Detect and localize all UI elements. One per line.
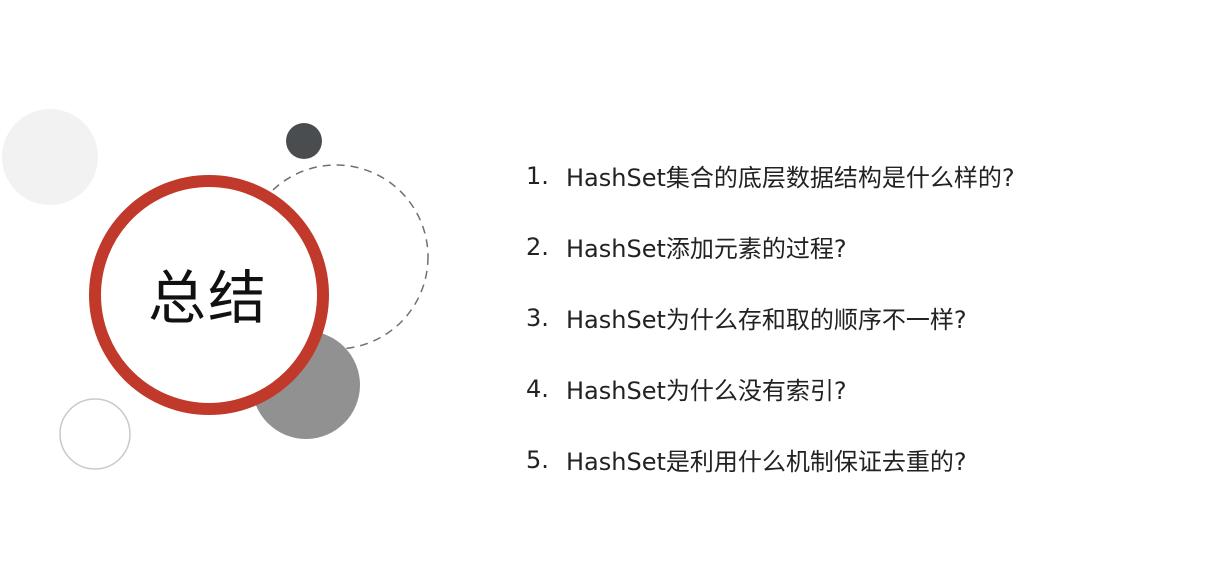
question-item-2: 2. HashSet添加元素的过程? [526, 211, 1015, 282]
question-text: HashSet集合的底层数据结构是什么样的? [566, 164, 1015, 192]
summary-slide: 总结 1. HashSet集合的底层数据结构是什么样的? 2. HashSet添… [0, 0, 1213, 577]
question-number: 2. [526, 232, 549, 261]
light-gray-circle [2, 109, 98, 205]
outline-circle [59, 398, 131, 470]
question-text: HashSet添加元素的过程? [566, 235, 847, 263]
question-text: HashSet为什么存和取的顺序不一样? [566, 306, 967, 334]
question-number: 1. [526, 161, 549, 190]
question-number: 3. [526, 303, 549, 332]
slide-title: 总结 [147, 264, 268, 332]
question-item-5: 5. HashSet是利用什么机制保证去重的? [526, 424, 1015, 495]
question-item-1: 1. HashSet集合的底层数据结构是什么样的? [526, 140, 1015, 211]
question-list: 1. HashSet集合的底层数据结构是什么样的? 2. HashSet添加元素… [526, 140, 1015, 495]
question-text: HashSet是利用什么机制保证去重的? [566, 448, 967, 476]
question-number: 5. [526, 445, 549, 474]
question-number: 4. [526, 374, 549, 403]
dark-small-circle [286, 123, 322, 159]
question-item-3: 3. HashSet为什么存和取的顺序不一样? [526, 282, 1015, 353]
question-text: HashSet为什么没有索引? [566, 377, 847, 405]
question-item-4: 4. HashSet为什么没有索引? [526, 353, 1015, 424]
